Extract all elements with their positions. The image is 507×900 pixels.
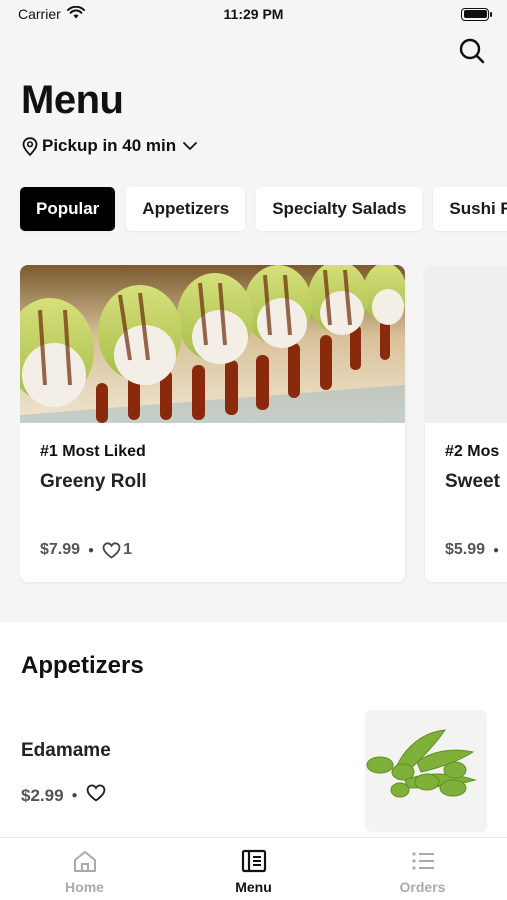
tabbar-label: Home bbox=[65, 879, 104, 895]
pickup-label: Pickup in 40 min bbox=[42, 136, 177, 155]
card-image bbox=[425, 265, 507, 423]
popular-carousel[interactable]: #1 Most Liked Greeny Roll $7.99 ● 1 #2 M… bbox=[20, 265, 507, 585]
card-rank: #2 Mos bbox=[445, 443, 500, 460]
status-left: Carrier bbox=[18, 5, 85, 22]
edamame-image[interactable] bbox=[365, 710, 487, 832]
like-button[interactable] bbox=[86, 784, 106, 807]
greeny-roll-image bbox=[20, 265, 405, 423]
card-meta: $5.99 ● bbox=[445, 541, 499, 559]
card-price: $5.99 bbox=[445, 541, 486, 558]
like-count: 1 bbox=[123, 541, 132, 558]
heart-icon bbox=[102, 541, 121, 559]
tabbar-label: Orders bbox=[399, 879, 446, 895]
item-price: $2.99 bbox=[21, 785, 64, 805]
home-icon bbox=[73, 851, 96, 872]
heart-icon bbox=[86, 784, 105, 802]
separator-dot: ● bbox=[88, 544, 95, 556]
search-icon bbox=[459, 38, 485, 64]
tab-label: Sushi R bbox=[449, 199, 507, 218]
tab-popular[interactable]: Popular bbox=[20, 187, 116, 231]
tabbar-label: Menu bbox=[235, 879, 272, 895]
battery-icon bbox=[461, 7, 492, 21]
card-meta: $7.99 ● 1 bbox=[40, 541, 132, 559]
item-name[interactable]: Edamame bbox=[21, 740, 111, 762]
tab-label: Specialty Salads bbox=[272, 199, 407, 218]
popular-card[interactable]: #2 Mos Sweet $5.99 ● bbox=[425, 265, 507, 582]
tabbar-menu[interactable]: Menu bbox=[169, 838, 338, 900]
section-title: Appetizers bbox=[21, 652, 144, 679]
tab-sushi-rolls[interactable]: Sushi R bbox=[433, 187, 507, 231]
tabbar-home[interactable]: Home bbox=[0, 838, 169, 900]
item-meta: $2.99 ● bbox=[21, 784, 106, 807]
wifi-icon bbox=[66, 5, 85, 22]
status-bar: Carrier 11:29 PM bbox=[0, 0, 507, 28]
location-pin-icon bbox=[22, 136, 38, 156]
separator-dot: ● bbox=[493, 544, 500, 556]
bottom-tab-bar: Home Menu Orders bbox=[0, 837, 507, 900]
card-name: Sweet bbox=[445, 471, 500, 492]
carrier-label: Carrier bbox=[18, 6, 61, 22]
orders-icon bbox=[411, 852, 434, 870]
tab-label: Popular bbox=[36, 199, 100, 218]
menu-icon bbox=[241, 849, 266, 873]
chevron-down-icon bbox=[183, 142, 198, 150]
page-title: Menu bbox=[21, 78, 124, 122]
search-button[interactable] bbox=[457, 36, 487, 66]
card-price: $7.99 bbox=[40, 541, 81, 558]
card-name: Greeny Roll bbox=[40, 471, 147, 492]
category-tabs: Popular Appetizers Specialty Salads Sush… bbox=[20, 187, 507, 231]
tab-appetizers[interactable]: Appetizers bbox=[126, 187, 246, 231]
separator-dot: ● bbox=[71, 790, 78, 801]
card-rank: #1 Most Liked bbox=[40, 443, 146, 460]
tabbar-orders[interactable]: Orders bbox=[338, 838, 507, 900]
popular-card[interactable]: #1 Most Liked Greeny Roll $7.99 ● 1 bbox=[20, 265, 405, 582]
tab-label: Appetizers bbox=[142, 199, 230, 218]
pickup-selector[interactable]: Pickup in 40 min bbox=[22, 136, 198, 156]
like-button[interactable]: 1 bbox=[102, 541, 132, 559]
tab-specialty-salads[interactable]: Specialty Salads bbox=[256, 187, 423, 231]
appetizers-section: Appetizers Edamame $2.99 ● bbox=[0, 622, 507, 837]
